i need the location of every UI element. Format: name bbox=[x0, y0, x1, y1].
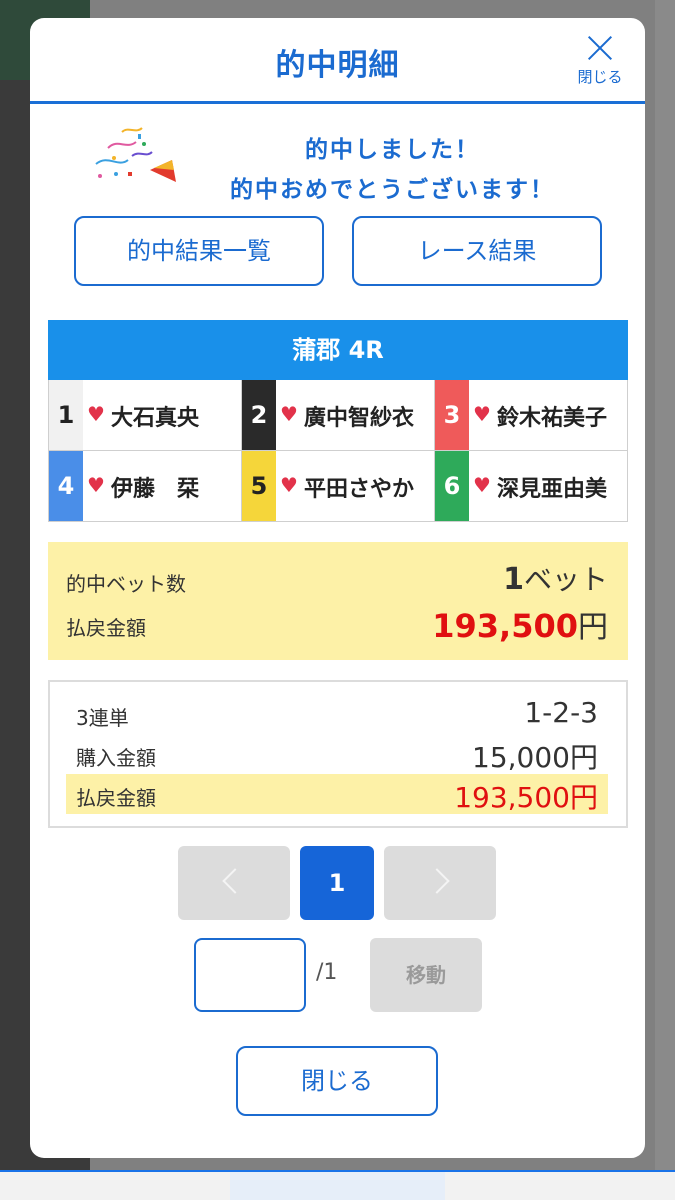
modal-title: 的中明細 bbox=[275, 48, 400, 83]
racer-number: 4 bbox=[49, 451, 83, 521]
result-buttons: 的中結果一覧 レース結果 bbox=[74, 216, 602, 286]
racer-number: 2 bbox=[242, 380, 276, 450]
racer-name: 鈴木祐美子 bbox=[497, 406, 608, 431]
chevron-right-icon bbox=[424, 868, 450, 894]
prev-page-button[interactable] bbox=[178, 846, 290, 920]
racer-cell: 3 ♥ 鈴木祐美子 bbox=[435, 380, 628, 451]
racer-cell: 6 ♥ 深見亜由美 bbox=[435, 451, 628, 522]
modal-close-label: 閉じる bbox=[577, 68, 623, 86]
racer-cell: 5 ♥ 平田さやか bbox=[242, 451, 435, 522]
congrats-message: 的中しました！ 的中おめでとうございます！ bbox=[30, 104, 645, 214]
bet-type-row: 3連単 1-2-3 bbox=[66, 694, 608, 734]
close-icon bbox=[586, 34, 614, 62]
chevron-left-icon bbox=[222, 868, 248, 894]
congrats-line-1: 的中しました！ bbox=[305, 137, 480, 163]
racer-grid: 1 ♥ 大石真央 2 ♥ 廣中智紗衣 3 ♥ 鈴木祐美子 4 ♥ 伊藤 栞 5 ♥ 平田さやか 6 ♥ 深見亜由美 bbox=[48, 380, 628, 522]
modal-close-button[interactable]: 閉じる bbox=[569, 28, 631, 90]
racer-name: 大石真央 bbox=[111, 406, 200, 431]
racer-cell: 1 ♥ 大石真央 bbox=[49, 380, 242, 451]
racer-number: 6 bbox=[435, 451, 469, 521]
background-bottom-tab-active bbox=[230, 1172, 445, 1200]
bets-value: 1ベット bbox=[503, 558, 608, 598]
payout-amount: 193,500 bbox=[432, 607, 578, 645]
payout-unit: 円 bbox=[578, 610, 608, 645]
next-page-button[interactable] bbox=[384, 846, 496, 920]
race-results-button[interactable]: レース結果 bbox=[352, 216, 602, 286]
heart-icon[interactable]: ♥ bbox=[280, 475, 300, 495]
bet-combo: 1-2-3 bbox=[524, 696, 598, 729]
win-summary: 的中ベット数 1ベット 払戻金額 193,500円 bbox=[48, 542, 628, 660]
heart-icon[interactable]: ♥ bbox=[473, 404, 493, 424]
heart-icon[interactable]: ♥ bbox=[87, 475, 107, 495]
close-button[interactable]: 閉じる bbox=[236, 1046, 438, 1116]
detail-payout-amount: 193,500円 bbox=[454, 781, 598, 814]
pagination: 1 bbox=[178, 846, 498, 922]
racer-number: 5 bbox=[242, 451, 276, 521]
heart-icon[interactable]: ♥ bbox=[87, 404, 107, 424]
racer-name: 伊藤 栞 bbox=[111, 477, 200, 502]
move-button[interactable]: 移動 bbox=[370, 938, 482, 1012]
congrats-line-2: 的中おめでとうございます！ bbox=[230, 177, 555, 203]
background-right-panel bbox=[655, 0, 675, 1180]
heart-icon[interactable]: ♥ bbox=[280, 404, 300, 424]
win-detail-modal: 的中明細 閉じる 的中しました！ 的中おめでとうございます！ 的中結果一覧 レー… bbox=[30, 18, 645, 1158]
modal-header: 的中明細 閉じる bbox=[30, 18, 645, 104]
racer-number: 3 bbox=[435, 380, 469, 450]
racer-name: 平田さやか bbox=[304, 477, 415, 502]
heart-icon[interactable]: ♥ bbox=[473, 475, 493, 495]
bets-label: 的中ベット数 bbox=[66, 572, 186, 596]
purchase-label: 購入金額 bbox=[76, 746, 156, 770]
racer-name: 深見亜由美 bbox=[497, 477, 608, 502]
racer-name: 廣中智紗衣 bbox=[304, 406, 415, 431]
racer-number: 1 bbox=[49, 380, 83, 450]
bet-type-label: 3連単 bbox=[76, 706, 129, 730]
page-total: /1 bbox=[316, 960, 338, 985]
race-title: 蒲郡 4R bbox=[48, 320, 628, 380]
results-list-button[interactable]: 的中結果一覧 bbox=[74, 216, 324, 286]
racer-cell: 4 ♥ 伊藤 栞 bbox=[49, 451, 242, 522]
racer-cell: 2 ♥ 廣中智紗衣 bbox=[242, 380, 435, 451]
page-jump-input[interactable] bbox=[194, 938, 306, 1012]
purchase-row: 購入金額 15,000円 bbox=[66, 734, 608, 774]
bet-detail: 3連単 1-2-3 購入金額 15,000円 払戻金額 193,500円 bbox=[48, 680, 628, 828]
party-popper-icon bbox=[95, 127, 176, 182]
payout-value: 193,500円 bbox=[432, 602, 608, 646]
detail-payout-label: 払戻金額 bbox=[76, 786, 156, 810]
page-number-button[interactable]: 1 bbox=[300, 846, 374, 920]
purchase-amount: 15,000円 bbox=[472, 741, 598, 774]
payout-label: 払戻金額 bbox=[66, 616, 146, 640]
bets-unit: ベット bbox=[523, 563, 608, 596]
detail-payout-row: 払戻金額 193,500円 bbox=[66, 774, 608, 814]
bets-count: 1 bbox=[503, 562, 524, 597]
